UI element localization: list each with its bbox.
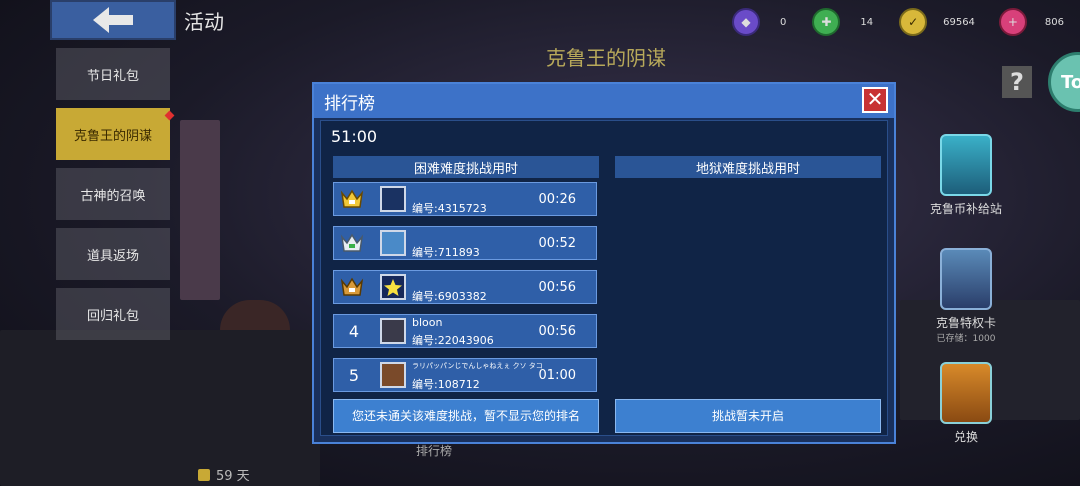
player-id: 编号:22043906: [412, 334, 494, 347]
player-time: 00:56: [538, 280, 576, 295]
menu-item-label: 古神的召唤: [80, 188, 146, 204]
modal-body: 51:00 困难难度挑战用时 地狱难度挑战用时 编号:4315723 00:26…: [320, 120, 888, 436]
side-menu: 节日礼包 克鲁王的阴谋 古神的召唤 道具返场 回归礼包: [56, 48, 175, 348]
menu-item-cthulhu-plot[interactable]: 克鲁王的阴谋: [56, 108, 175, 160]
hell-difficulty-header: 地狱难度挑战用时: [615, 156, 881, 178]
days-left: 59 天: [198, 465, 250, 484]
close-icon: ✕: [866, 87, 884, 111]
page-title: 活动: [184, 10, 224, 34]
supply-station-icon: [940, 134, 992, 196]
player-id: 编号:711893: [412, 246, 480, 259]
currency-purple: ◆ 0: [732, 8, 786, 36]
gold-coin-plus-icon[interactable]: ✓: [899, 8, 928, 36]
star-icon: [384, 279, 402, 296]
top-badge-button[interactable]: To: [1048, 52, 1080, 112]
leaderboard-row[interactable]: 编号:4315723 00:26: [333, 182, 597, 216]
menu-item-label: 道具返场: [86, 248, 139, 264]
green-gem-icon: ✚: [812, 8, 841, 36]
leaderboard-row[interactable]: 编号:711893 00:52: [333, 226, 597, 260]
ranking-button[interactable]: 排行榜: [416, 442, 452, 459]
rank-number: 5: [348, 365, 360, 385]
gift-box-icon: [940, 362, 992, 424]
player-avatar: [380, 318, 406, 344]
player-time: 00:26: [538, 192, 576, 207]
player-time: 00:52: [538, 236, 576, 251]
exchange-button[interactable]: 兑换: [916, 362, 1016, 445]
bg-scenery-block: [180, 120, 220, 300]
challenge-not-open-button[interactable]: 挑战暂未开启: [615, 399, 881, 433]
menu-item-item-return[interactable]: 道具返场: [56, 228, 170, 280]
calendar-icon: [198, 468, 210, 481]
menu-item-ancient-god[interactable]: 古神的召唤: [56, 168, 170, 220]
currency-green: ✚ 14: [812, 8, 873, 36]
player-name: bloon: [412, 316, 443, 329]
menu-item-label: 克鲁王的阴谋: [73, 128, 152, 144]
back-arrow-icon: [93, 7, 133, 33]
leaderboard-row[interactable]: 5 ラリパッパンじでんしゃねえぇ クソ タコ 编号:108712 01:00: [333, 358, 597, 392]
side-item-label: 克鲁币补给站: [929, 202, 1002, 216]
player-time: 01:00: [538, 368, 576, 383]
player-id: 编号:6903382: [412, 290, 487, 303]
currency-bar: ◆ 0 ✚ 14 ✓ 69564 + 806: [732, 8, 1064, 36]
menu-item-label: 回归礼包: [86, 308, 139, 324]
bg-scenery-block: [0, 330, 320, 486]
silver-crown-icon: [340, 233, 364, 252]
side-item-label: 兑换: [953, 430, 978, 444]
leaderboard-row[interactable]: 4 bloon 编号:22043906 00:56: [333, 314, 597, 348]
currency-pink-value: 806: [1044, 16, 1065, 28]
countdown-timer: 51:00: [331, 127, 378, 146]
player-avatar: [380, 362, 406, 388]
player-time: 00:56: [538, 324, 576, 339]
player-id: 编号:4315723: [412, 202, 487, 215]
player-avatar: [380, 274, 406, 300]
back-button[interactable]: [50, 0, 176, 40]
modal-title: 排行榜: [324, 93, 375, 114]
red-dot-badge: [164, 110, 175, 121]
leaderboard-row[interactable]: 编号:6903382 00:56: [333, 270, 597, 304]
currency-gold-value: 69564: [943, 16, 975, 28]
days-left-value: 59 天: [216, 469, 250, 484]
close-button[interactable]: ✕: [862, 87, 888, 113]
menu-item-label: 节日礼包: [86, 68, 139, 84]
currency-gold[interactable]: ✓ 69564: [899, 8, 975, 36]
bronze-crown-icon: [340, 277, 364, 296]
privilege-card-icon: [940, 248, 992, 310]
currency-green-value: 14: [860, 16, 874, 28]
coin-supply-station[interactable]: 克鲁币补给站: [916, 134, 1016, 217]
menu-item-return-pack[interactable]: 回归礼包: [56, 288, 170, 340]
purple-coin-icon: ◆: [732, 8, 760, 36]
side-item-label: 克鲁特权卡: [935, 316, 996, 330]
my-rank-message: 您还未通关该难度挑战，暂不显示您的排名: [333, 399, 599, 433]
help-button[interactable]: ?: [1002, 66, 1032, 98]
currency-pink[interactable]: + 806: [998, 8, 1065, 36]
gold-crown-icon: [340, 189, 364, 208]
menu-item-festival-pack[interactable]: 节日礼包: [56, 48, 170, 100]
rank-number: 4: [348, 321, 360, 341]
player-avatar: [380, 230, 406, 256]
modal-header: 排行榜 ✕: [314, 84, 894, 118]
leaderboard-modal: 排行榜 ✕ 51:00 困难难度挑战用时 地狱难度挑战用时 编号:4315723…: [312, 82, 896, 444]
side-item-sub: 已存储：1000: [936, 334, 996, 344]
player-id: 编号:108712: [412, 378, 480, 391]
pink-gem-plus-icon[interactable]: +: [998, 8, 1027, 36]
player-avatar: [380, 186, 406, 212]
player-name: ラリパッパンじでんしゃねえぇ クソ タコ: [412, 362, 543, 370]
hard-difficulty-header: 困难难度挑战用时: [333, 156, 599, 178]
currency-purple-value: 0: [780, 16, 787, 28]
privilege-card[interactable]: 克鲁特权卡 已存储：1000: [916, 248, 1016, 344]
event-title: 克鲁王的阴谋: [546, 46, 666, 70]
